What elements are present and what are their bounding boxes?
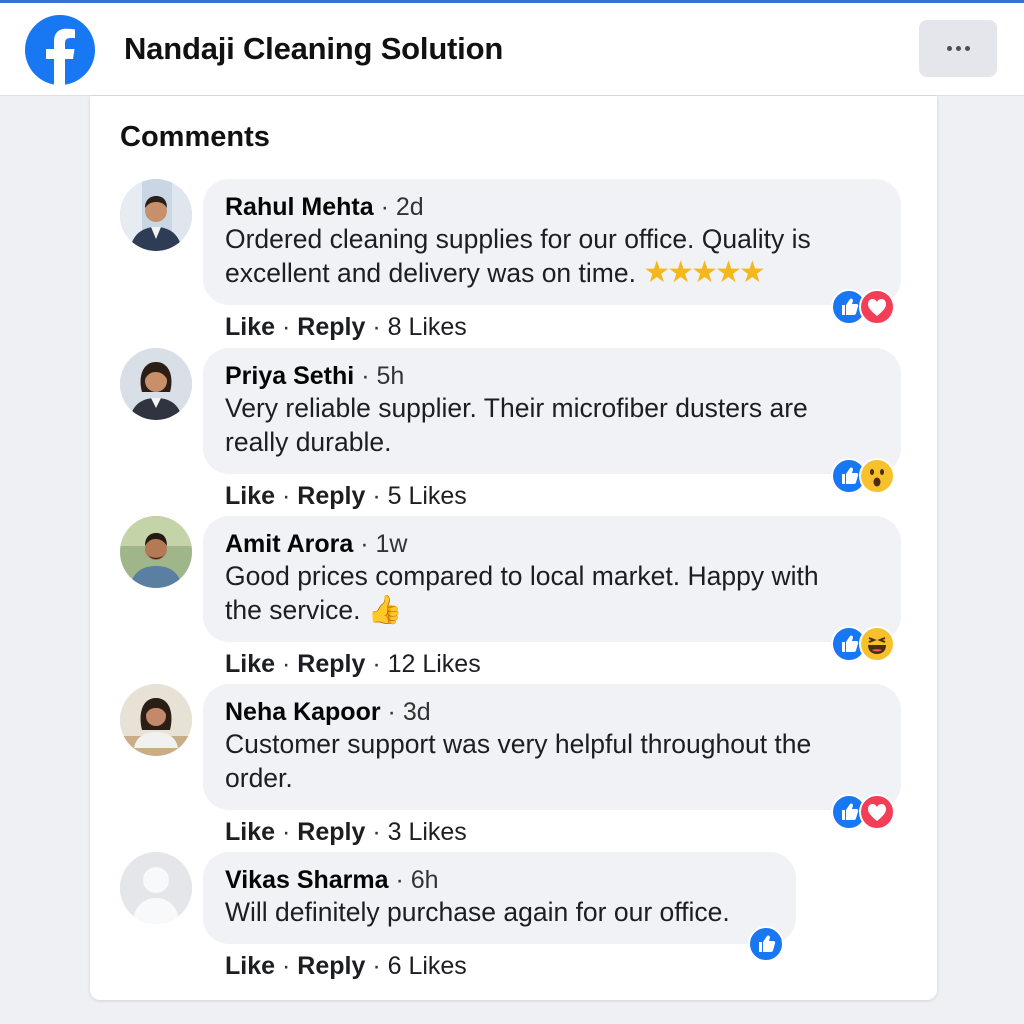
haha-icon <box>859 626 895 662</box>
comment-author[interactable]: Amit Arora <box>225 530 353 558</box>
like-count[interactable]: 12 Likes <box>388 650 481 678</box>
comment-text-line: the service. <box>225 595 361 625</box>
like-count[interactable]: 3 Likes <box>388 818 467 846</box>
reaction-summary[interactable] <box>748 926 784 962</box>
reply-button[interactable]: Reply <box>297 650 365 678</box>
comments-card: Comments Rahul Mehta · 2d Ordered cleani… <box>90 96 937 1000</box>
avatar[interactable] <box>120 516 192 588</box>
reply-button[interactable]: Reply <box>297 818 365 846</box>
like-icon <box>748 926 784 962</box>
comment-actions: Like · Reply · 8 Likes <box>225 313 467 341</box>
comment-author[interactable]: Vikas Sharma <box>225 866 389 894</box>
like-button[interactable]: Like <box>225 482 275 510</box>
page-title[interactable]: Nandaji Cleaning Solution <box>124 31 503 67</box>
comment-bubble: Priya Sethi · 5h Very reliable supplier.… <box>203 348 901 474</box>
comment-bubble: Neha Kapoor · 3d Customer support was ve… <box>203 684 901 810</box>
comment-actions: Like · Reply · 6 Likes <box>225 952 467 980</box>
like-count[interactable]: 5 Likes <box>388 482 467 510</box>
comment-time[interactable]: 3d <box>403 698 431 726</box>
like-button[interactable]: Like <box>225 818 275 846</box>
more-dot-icon <box>964 46 970 51</box>
facebook-logo-icon[interactable] <box>25 15 95 85</box>
comment-author[interactable]: Rahul Mehta <box>225 193 374 221</box>
comment-text-line: Ordered cleaning supplies for our office… <box>225 224 811 254</box>
like-button[interactable]: Like <box>225 650 275 678</box>
reaction-summary[interactable] <box>831 289 895 325</box>
page-header: Nandaji Cleaning Solution <box>0 3 1024 96</box>
reaction-summary[interactable] <box>831 626 895 662</box>
reply-button[interactable]: Reply <box>297 952 365 980</box>
thumbs-up-emoji-icon: 👍 <box>367 594 403 625</box>
comment-text-line: Very reliable supplier. Their microfiber… <box>225 393 808 423</box>
comment-time[interactable]: 6h <box>411 866 439 894</box>
like-button[interactable]: Like <box>225 313 275 341</box>
like-count[interactable]: 6 Likes <box>388 952 467 980</box>
comment-time[interactable]: 2d <box>396 193 424 221</box>
comment-text-line: really durable. <box>225 427 392 457</box>
avatar[interactable] <box>120 348 192 420</box>
love-icon <box>859 289 895 325</box>
like-button[interactable]: Like <box>225 952 275 980</box>
reply-button[interactable]: Reply <box>297 482 365 510</box>
comment-author[interactable]: Priya Sethi <box>225 362 354 390</box>
comment-actions: Like · Reply · 12 Likes <box>225 650 481 678</box>
more-dot-icon <box>955 46 961 51</box>
like-count[interactable]: 8 Likes <box>388 313 467 341</box>
comment-actions: Like · Reply · 5 Likes <box>225 482 467 510</box>
comment-bubble: Vikas Sharma · 6h Will definitely purcha… <box>203 852 796 944</box>
more-dot-icon <box>946 46 952 51</box>
comment-bubble: Rahul Mehta · 2d Ordered cleaning suppli… <box>203 179 901 305</box>
comment-time[interactable]: 5h <box>376 362 404 390</box>
comment-text-line: Good prices compared to local market. Ha… <box>225 561 819 591</box>
star-rating-icon: ★★★★★ <box>643 256 765 289</box>
person-avatar-icon <box>120 348 192 420</box>
avatar[interactable] <box>120 684 192 756</box>
wow-icon <box>859 458 895 494</box>
comment-time[interactable]: 1w <box>376 530 408 558</box>
comment-text-line: order. <box>225 763 293 793</box>
reply-button[interactable]: Reply <box>297 313 365 341</box>
avatar[interactable] <box>120 852 192 924</box>
reaction-summary[interactable] <box>831 794 895 830</box>
comment-author[interactable]: Neha Kapoor <box>225 698 381 726</box>
comment-bubble: Amit Arora · 1w Good prices compared to … <box>203 516 901 642</box>
comment-text-line: Will definitely purchase again for our o… <box>225 897 730 927</box>
more-options-button[interactable] <box>919 20 997 77</box>
reaction-summary[interactable] <box>831 458 895 494</box>
comment-actions: Like · Reply · 3 Likes <box>225 818 467 846</box>
comments-heading: Comments <box>120 121 270 153</box>
person-avatar-icon <box>120 516 192 588</box>
person-avatar-icon <box>120 179 192 251</box>
love-icon <box>859 794 895 830</box>
comment-text-line: Customer support was very helpful throug… <box>225 729 812 759</box>
comment-text-line: excellent and delivery was on time. <box>225 258 636 288</box>
person-avatar-icon <box>120 684 192 756</box>
avatar[interactable] <box>120 179 192 251</box>
default-avatar-icon <box>120 852 192 924</box>
